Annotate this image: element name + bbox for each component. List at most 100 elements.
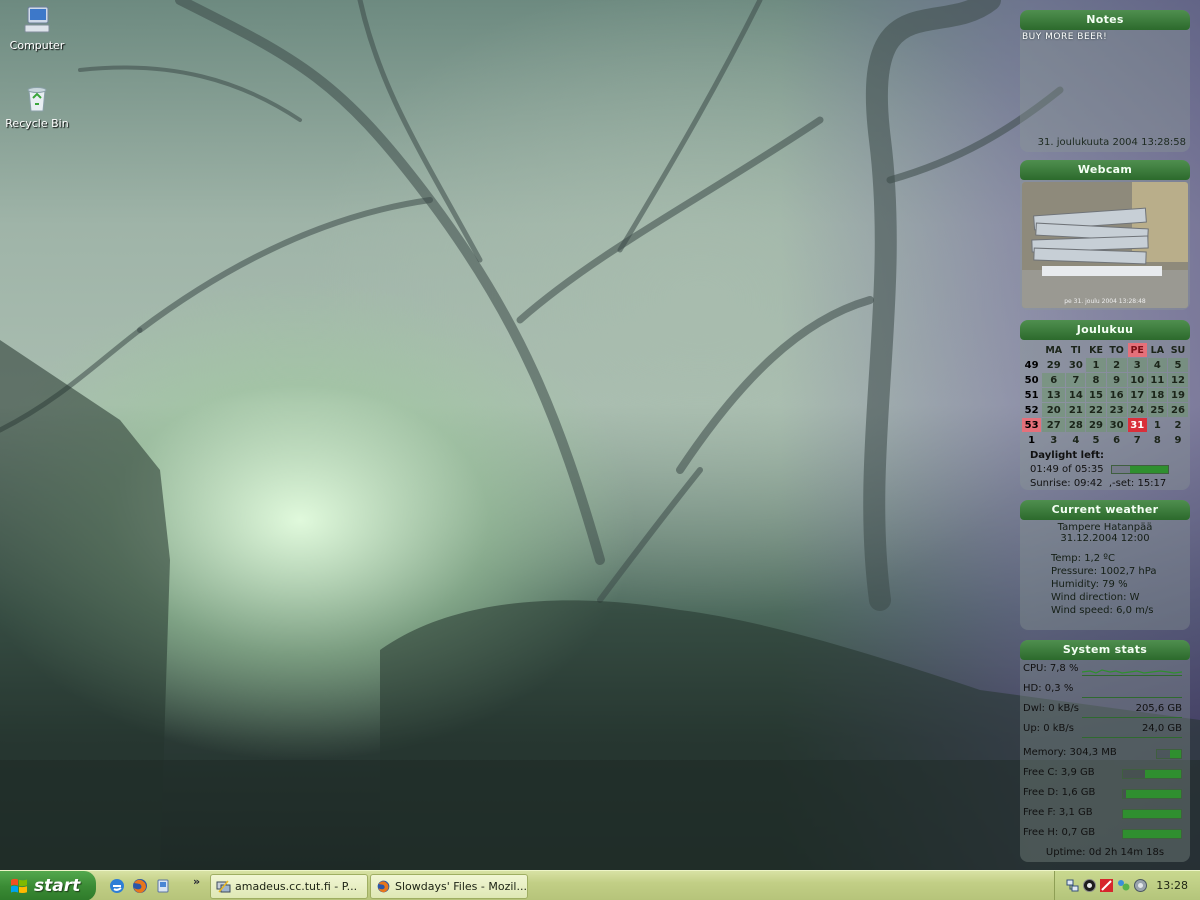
weather-wind-speed: Wind speed: 6,0 m/s: [1051, 605, 1154, 616]
drive-f-bar: [1122, 809, 1182, 819]
drive-d-row: Free D: 1,6 GB: [1020, 784, 1190, 804]
weather-pressure: Pressure: 1002,7 hPa: [1051, 566, 1157, 577]
calendar-weekday-header: [1022, 343, 1041, 357]
weather-datetime: 31.12.2004 12:00: [1060, 533, 1150, 544]
webcam-gadget[interactable]: Webcam pe 31. joulu 2004 13:28:48: [1020, 160, 1190, 310]
calendar-day[interactable]: 2: [1106, 358, 1127, 372]
daylight-bar-fill: [1129, 465, 1168, 473]
calendar-day[interactable]: 8: [1086, 373, 1106, 387]
drive-f-row: Free F: 3,1 GB: [1020, 804, 1190, 824]
calendar-title: Joulukuu: [1020, 320, 1190, 340]
calendar-weekday-header: TI: [1070, 344, 1081, 356]
calendar-day[interactable]: 9: [1106, 373, 1127, 387]
calendar-day[interactable]: 1: [1148, 418, 1167, 432]
calendar-day[interactable]: 19: [1167, 388, 1188, 402]
calendar-day[interactable]: 29: [1086, 418, 1106, 432]
taskbar-item-putty[interactable]: amadeus.cc.tut.fi - P...: [210, 874, 368, 899]
calendar-day[interactable]: 2: [1168, 418, 1188, 432]
calendar-day[interactable]: 9: [1168, 433, 1188, 447]
dark-app-icon[interactable]: [1082, 878, 1097, 893]
calendar-day[interactable]: 7: [1128, 433, 1147, 447]
show-desktop-icon[interactable]: [154, 877, 172, 895]
calendar-day[interactable]: 15: [1086, 388, 1106, 402]
calendar-gadget[interactable]: Joulukuu MA TI KE TO PE LA SU 49 29 30 1…: [1020, 320, 1190, 490]
drive-h-label: Free H: 0,7 GB: [1023, 827, 1096, 838]
drive-f-bar-fill: [1123, 810, 1181, 818]
calendar-day[interactable]: 30: [1106, 418, 1127, 432]
drive-d-label: Free D: 1,6 GB: [1023, 787, 1096, 798]
calendar-day[interactable]: 21: [1066, 403, 1086, 417]
calendar-day-today[interactable]: 31: [1127, 418, 1147, 432]
calendar-day[interactable]: 23: [1106, 403, 1127, 417]
volume-icon[interactable]: [1133, 878, 1148, 893]
calendar-day[interactable]: 18: [1147, 388, 1167, 402]
calendar-week-number: 49: [1024, 359, 1039, 371]
start-button[interactable]: start: [0, 871, 96, 900]
calendar-week-number: 1: [1028, 434, 1036, 446]
calendar-day[interactable]: 3: [1042, 433, 1065, 447]
calendar-day[interactable]: 7: [1066, 373, 1086, 387]
calendar-day[interactable]: 4: [1147, 358, 1167, 372]
download-row: Dwl: 0 kB/s 205,6 GB: [1020, 700, 1190, 720]
webcam-image[interactable]: pe 31. joulu 2004 13:28:48: [1022, 182, 1188, 308]
calendar-day[interactable]: 27: [1042, 418, 1066, 432]
calendar-day[interactable]: 26: [1167, 403, 1188, 417]
calendar-day[interactable]: 24: [1127, 403, 1147, 417]
drive-h-bar: [1122, 829, 1182, 839]
internet-explorer-icon[interactable]: [108, 877, 126, 895]
weather-location: Tampere Hatanpää: [1057, 522, 1153, 533]
calendar-day[interactable]: 20: [1042, 403, 1066, 417]
calendar-week-row: 52 20 21 22 23 24 25 26: [1022, 403, 1188, 417]
calendar-weekday-header: KE: [1089, 344, 1103, 356]
drive-c-label: Free C: 3,9 GB: [1023, 767, 1095, 778]
drive-f-label: Free F: 3,1 GB: [1023, 807, 1093, 818]
start-label: start: [34, 876, 81, 896]
calendar-weekday-header: TO: [1109, 344, 1124, 356]
desktop-icon-recycle-bin[interactable]: Recycle Bin: [0, 82, 74, 130]
upload-graph: [1082, 737, 1182, 738]
quick-launch-chevron[interactable]: »: [193, 875, 200, 888]
firefox-icon[interactable]: [131, 877, 149, 895]
desktop-icon-computer[interactable]: Computer: [0, 4, 74, 52]
recycle-bin-icon: [27, 87, 47, 112]
calendar-week-row: 50 6 7 8 9 10 11 12: [1022, 373, 1188, 387]
calendar-day[interactable]: 5: [1086, 433, 1105, 447]
calendar-day[interactable]: 1: [1086, 358, 1106, 372]
taskbar-clock[interactable]: 13:28: [1156, 879, 1188, 892]
calendar-day[interactable]: 16: [1106, 388, 1127, 402]
notes-gadget[interactable]: Notes BUY MORE BEER! 31. joulukuuta 2004…: [1020, 10, 1190, 152]
calendar-day[interactable]: 11: [1147, 373, 1167, 387]
desktop-icon-label: Computer: [9, 39, 65, 52]
calendar-day[interactable]: 28: [1066, 418, 1086, 432]
cpu-graph: [1082, 669, 1182, 676]
weather-gadget[interactable]: Current weather Tampere Hatanpää 31.12.2…: [1020, 500, 1190, 630]
calendar-day[interactable]: 30: [1066, 358, 1085, 372]
calendar-week-number-current: 53: [1022, 418, 1042, 432]
calendar-day[interactable]: 14: [1066, 388, 1086, 402]
drive-h-bar-fill: [1123, 830, 1181, 838]
calendar-day[interactable]: 13: [1042, 388, 1066, 402]
antivirus-icon[interactable]: [1099, 878, 1114, 893]
calendar-week-number: 52: [1024, 404, 1039, 416]
sunset-text: ,-set: 15:17: [1108, 478, 1167, 489]
calendar-weekday-header: MA: [1045, 344, 1063, 356]
taskbar-item-firefox[interactable]: Slowdays' Files - Mozil...: [370, 874, 528, 899]
calendar-day[interactable]: 8: [1148, 433, 1167, 447]
messenger-icon[interactable]: [1116, 878, 1131, 893]
notes-text[interactable]: BUY MORE BEER!: [1020, 30, 1190, 44]
system-stats-gadget[interactable]: System stats CPU: 7,8 % HD: 0,3 % Dwl: 0…: [1020, 640, 1190, 862]
calendar-day[interactable]: 22: [1086, 403, 1106, 417]
calendar-day[interactable]: 12: [1167, 373, 1188, 387]
calendar-day[interactable]: 17: [1127, 388, 1147, 402]
calendar-day[interactable]: 29: [1042, 358, 1065, 372]
weather-wind-direction: Wind direction: W: [1051, 592, 1140, 603]
calendar-week-row: 1 3 4 5 6 7 8 9: [1022, 433, 1188, 447]
calendar-day[interactable]: 3: [1127, 358, 1147, 372]
calendar-day[interactable]: 6: [1107, 433, 1127, 447]
calendar-day[interactable]: 25: [1147, 403, 1167, 417]
calendar-day[interactable]: 5: [1167, 358, 1188, 372]
calendar-day[interactable]: 4: [1066, 433, 1085, 447]
network-icon[interactable]: [1065, 878, 1080, 893]
calendar-day[interactable]: 6: [1042, 373, 1066, 387]
calendar-day[interactable]: 10: [1127, 373, 1147, 387]
